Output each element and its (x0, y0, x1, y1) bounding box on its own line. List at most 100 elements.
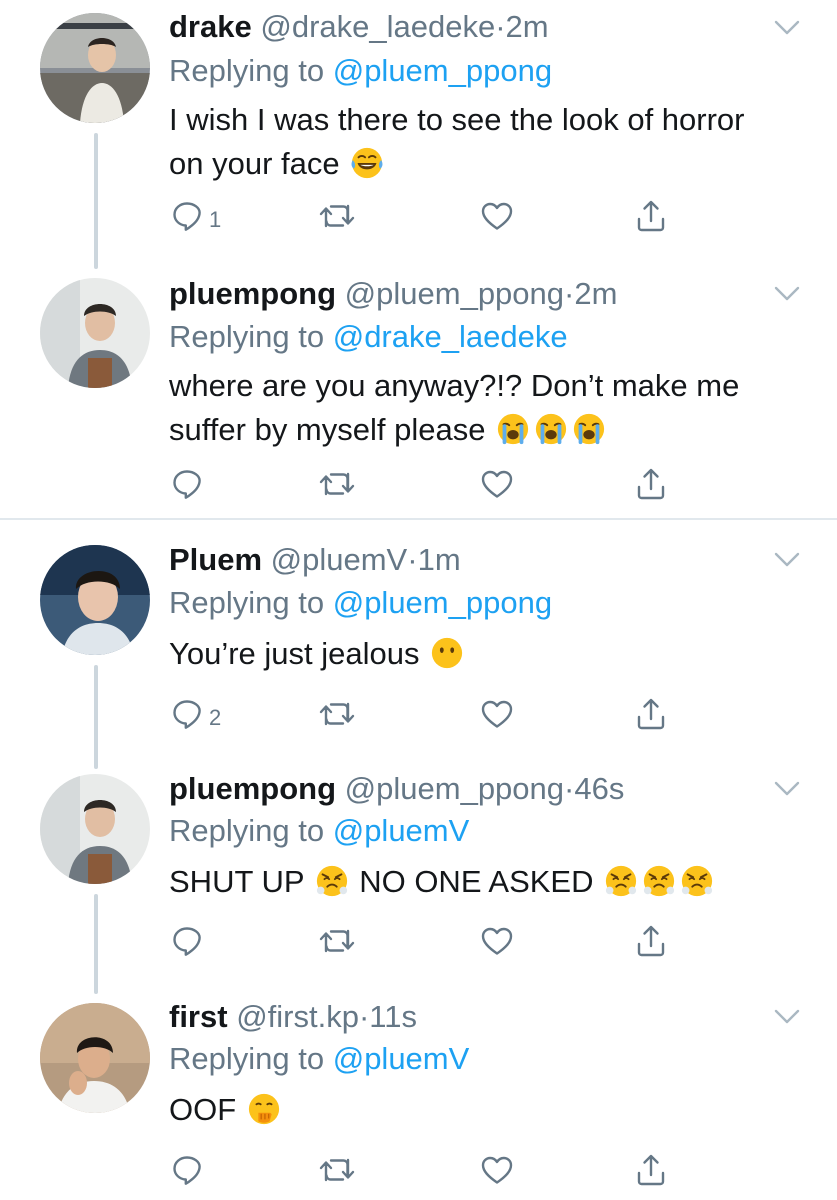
loudly-crying-face-icon (534, 412, 568, 446)
thread-connector (94, 133, 98, 269)
replying-to: Replying to @pluem_ppong (169, 584, 552, 622)
tweet-text-segment: SHUT UP (169, 864, 304, 899)
share-button[interactable] (635, 694, 667, 734)
username-handle[interactable]: @drake_laedeke (260, 9, 495, 44)
reply-icon (171, 200, 203, 232)
like-button[interactable] (480, 694, 514, 734)
mention-link[interactable]: @pluem_ppong (333, 53, 552, 88)
reply-button[interactable]: 1 (171, 196, 221, 236)
chevron-down-icon[interactable] (773, 780, 801, 798)
thread-connector (94, 665, 98, 769)
reply-count: 2 (209, 705, 222, 730)
share-icon (635, 697, 667, 731)
face-with-steam-icon (604, 864, 638, 898)
share-button[interactable] (635, 921, 667, 961)
like-button[interactable] (480, 196, 514, 236)
tweet-text-line: on your face (169, 146, 340, 181)
chevron-down-icon[interactable] (773, 551, 801, 569)
reply-icon (171, 698, 203, 730)
tweet-header: Pluem @pluemV·1m (169, 541, 461, 579)
like-button[interactable] (480, 1150, 514, 1190)
retweet-icon (319, 1154, 355, 1186)
timestamp[interactable]: 46s (574, 771, 624, 806)
share-button[interactable] (635, 1150, 667, 1190)
heart-icon (480, 698, 514, 730)
display-name[interactable]: drake (169, 9, 252, 44)
tweet-header: pluempong @pluem_ppong·2m (169, 275, 617, 313)
like-button[interactable] (480, 464, 514, 504)
retweet-button[interactable] (319, 1150, 355, 1190)
tweet-header: first @first.kp·11s (169, 998, 417, 1036)
mention-link[interactable]: @pluemV (333, 813, 470, 848)
share-icon (635, 924, 667, 958)
timestamp[interactable]: 2m (506, 9, 549, 44)
mention-link[interactable]: @drake_laedeke (333, 319, 568, 354)
mention-link[interactable]: @pluemV (333, 1041, 470, 1076)
tweet-actions (169, 921, 709, 961)
username-handle[interactable]: @pluemV (271, 542, 408, 577)
display-name[interactable]: pluempong (169, 771, 336, 806)
tweet-actions: 1 (169, 196, 709, 236)
separator-dot: · (564, 771, 575, 806)
heart-icon (480, 200, 514, 232)
tweet-header: pluempong @pluem_ppong·46s (169, 770, 624, 808)
heart-icon (480, 1154, 514, 1186)
chevron-down-icon[interactable] (773, 285, 801, 303)
avatar[interactable] (40, 13, 150, 123)
thread-connector (94, 894, 98, 994)
share-button[interactable] (635, 196, 667, 236)
reply-icon (171, 1154, 203, 1186)
tweet-text-line: suffer by myself please (169, 412, 486, 447)
retweet-button[interactable] (319, 196, 355, 236)
reply-button[interactable]: 2 (171, 694, 221, 734)
username-handle[interactable]: @pluem_ppong (345, 771, 564, 806)
retweet-icon (319, 698, 355, 730)
tweet-actions (169, 464, 709, 504)
tweet-text-line: You’re just jealous (169, 636, 420, 671)
reply-button[interactable] (171, 464, 209, 504)
face-with-steam-icon (680, 864, 714, 898)
tweet-header: drake @drake_laedeke·2m (169, 8, 549, 46)
reply-button[interactable] (171, 1150, 209, 1190)
retweet-button[interactable] (319, 464, 355, 504)
face-with-hand-over-mouth-icon (247, 1092, 281, 1126)
share-button[interactable] (635, 464, 667, 504)
reply-button[interactable] (171, 921, 209, 961)
loudly-crying-face-icon (496, 412, 530, 446)
reply-count: 1 (209, 207, 222, 232)
tweet-text: where are you anyway?!? Don’t make me su… (169, 364, 809, 452)
display-name[interactable]: Pluem (169, 542, 262, 577)
separator-dot: · (564, 276, 575, 311)
tweet-actions (169, 1150, 709, 1190)
timestamp[interactable]: 11s (369, 999, 417, 1034)
username-handle[interactable]: @first.kp (236, 999, 359, 1034)
like-button[interactable] (480, 921, 514, 961)
conversation-divider (0, 518, 837, 520)
heart-icon (480, 925, 514, 957)
avatar[interactable] (40, 545, 150, 655)
retweet-icon (319, 468, 355, 500)
avatar[interactable] (40, 774, 150, 884)
avatar[interactable] (40, 1003, 150, 1113)
username-handle[interactable]: @pluem_ppong (345, 276, 564, 311)
avatar[interactable] (40, 278, 150, 388)
tweet-text-segment: NO ONE ASKED (359, 864, 594, 899)
reply-icon (171, 925, 203, 957)
tweet-text-line: I wish I was there to see the look of ho… (169, 102, 745, 137)
replying-to-label: Replying to (169, 53, 333, 88)
mention-link[interactable]: @pluem_ppong (333, 585, 552, 620)
retweet-icon (319, 925, 355, 957)
tweet-text: I wish I was there to see the look of ho… (169, 98, 809, 186)
face-with-tears-of-joy-icon (350, 146, 384, 180)
separator-dot: · (495, 9, 506, 44)
tweet-text-line: OOF (169, 1092, 237, 1127)
chevron-down-icon[interactable] (773, 1008, 801, 1026)
retweet-button[interactable] (319, 921, 355, 961)
timestamp[interactable]: 1m (418, 542, 461, 577)
chevron-down-icon[interactable] (773, 19, 801, 37)
timestamp[interactable]: 2m (574, 276, 617, 311)
display-name[interactable]: first (169, 999, 228, 1034)
display-name[interactable]: pluempong (169, 276, 336, 311)
share-icon (635, 1153, 667, 1187)
retweet-button[interactable] (319, 694, 355, 734)
